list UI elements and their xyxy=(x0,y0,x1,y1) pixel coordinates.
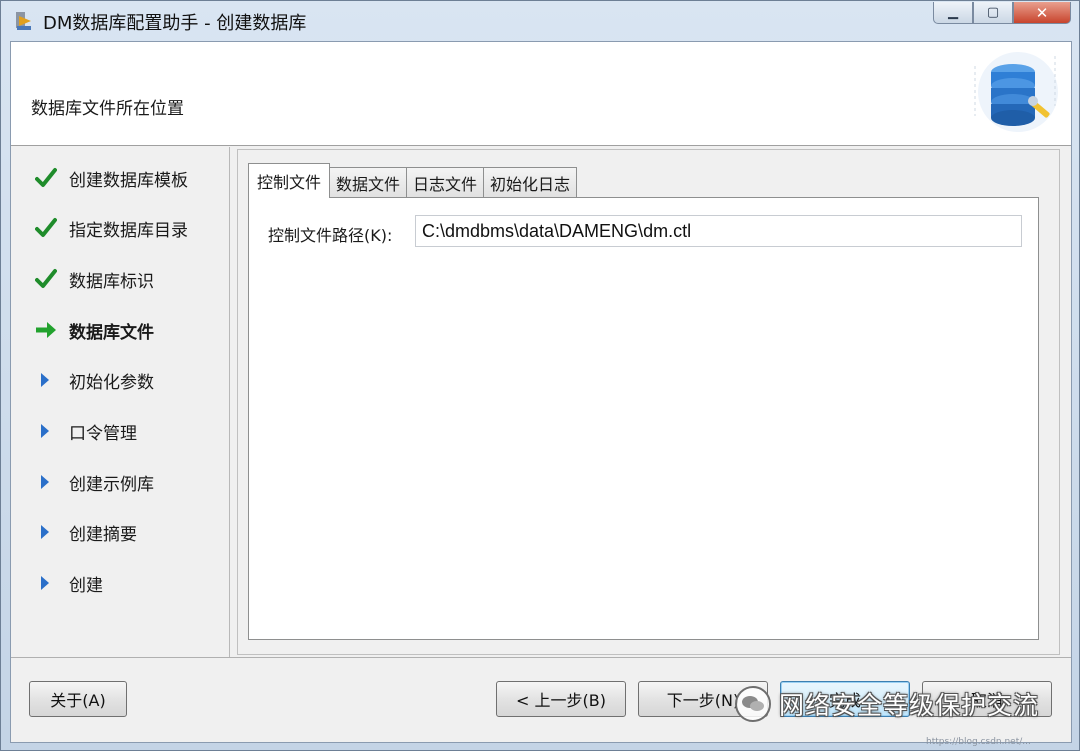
wizard-header: 数据库文件所在位置 xyxy=(11,42,1071,146)
file-tabs-panel: 控制文件 数据文件 日志文件 初始化日志 控制文件路径(K): xyxy=(237,149,1060,655)
tab-data-files[interactable]: 数据文件 xyxy=(329,167,408,198)
maximize-button[interactable]: ▢ xyxy=(973,2,1013,24)
tab-strip: 控制文件 数据文件 日志文件 初始化日志 xyxy=(248,163,578,198)
app-icon xyxy=(16,12,31,30)
tab-control-file[interactable]: 控制文件 xyxy=(248,163,331,198)
button-divider xyxy=(11,657,1071,658)
minimize-button[interactable]: ▁ xyxy=(933,2,973,24)
control-file-path-label: 控制文件路径(K): xyxy=(268,226,393,245)
title-bar: DM数据库配置助手 - 创建数据库 ▁ ▢ ✕ xyxy=(1,1,1079,39)
step-init-params: 初始化参数 xyxy=(35,365,154,395)
step-sample-db: 创建示例库 xyxy=(35,467,154,497)
step-create: 创建 xyxy=(35,568,103,598)
back-button[interactable]: < 上一步(B) xyxy=(496,681,626,717)
check-icon xyxy=(35,216,63,240)
step-data-directory: 指定数据库目录 xyxy=(35,213,188,243)
tab-init-log[interactable]: 初始化日志 xyxy=(483,167,578,198)
triangle-right-icon xyxy=(35,571,63,595)
step-db-identifier: 数据库标识 xyxy=(35,264,154,294)
control-file-path-input[interactable] xyxy=(415,215,1022,247)
close-icon: ✕ xyxy=(1035,3,1049,22)
check-icon xyxy=(35,166,63,190)
about-button[interactable]: 关于(A) xyxy=(29,681,127,717)
tab-content: 控制文件路径(K): xyxy=(248,197,1039,640)
wechat-logo-icon xyxy=(735,686,771,722)
minimize-icon: ▁ xyxy=(948,5,958,20)
database-wrench-icon xyxy=(974,52,1058,132)
dialog-window: DM数据库配置助手 - 创建数据库 ▁ ▢ ✕ 数据库文件所在位置 创建数据库模… xyxy=(0,0,1080,751)
step-password: 口令管理 xyxy=(35,416,137,446)
step-create-template: 创建数据库模板 xyxy=(35,163,188,193)
step-summary: 创建摘要 xyxy=(35,517,137,547)
triangle-right-icon xyxy=(35,470,63,494)
triangle-right-icon xyxy=(35,419,63,443)
window-title: DM数据库配置助手 - 创建数据库 xyxy=(43,13,307,34)
triangle-right-icon xyxy=(35,520,63,544)
page-title: 数据库文件所在位置 xyxy=(31,99,184,119)
watermark: 网络安全等级保护交流 xyxy=(735,680,1039,728)
close-button[interactable]: ✕ xyxy=(1013,2,1071,24)
triangle-right-icon xyxy=(35,368,63,392)
check-icon xyxy=(35,267,63,291)
tab-log-files[interactable]: 日志文件 xyxy=(406,167,485,198)
watermark-url: https://blog.csdn.net/... xyxy=(926,737,1031,747)
watermark-text: 网络安全等级保护交流 xyxy=(779,691,1040,720)
maximize-icon: ▢ xyxy=(986,5,1000,20)
dialog-client: 数据库文件所在位置 创建数据库模板 指定数据库目录 数据库标识 数据库文件 初始… xyxy=(10,41,1072,743)
step-db-files: 数据库文件 xyxy=(35,315,154,345)
arrow-right-icon xyxy=(35,318,63,342)
wizard-steps: 创建数据库模板 指定数据库目录 数据库标识 数据库文件 初始化参数 口令管理 创… xyxy=(11,147,230,657)
